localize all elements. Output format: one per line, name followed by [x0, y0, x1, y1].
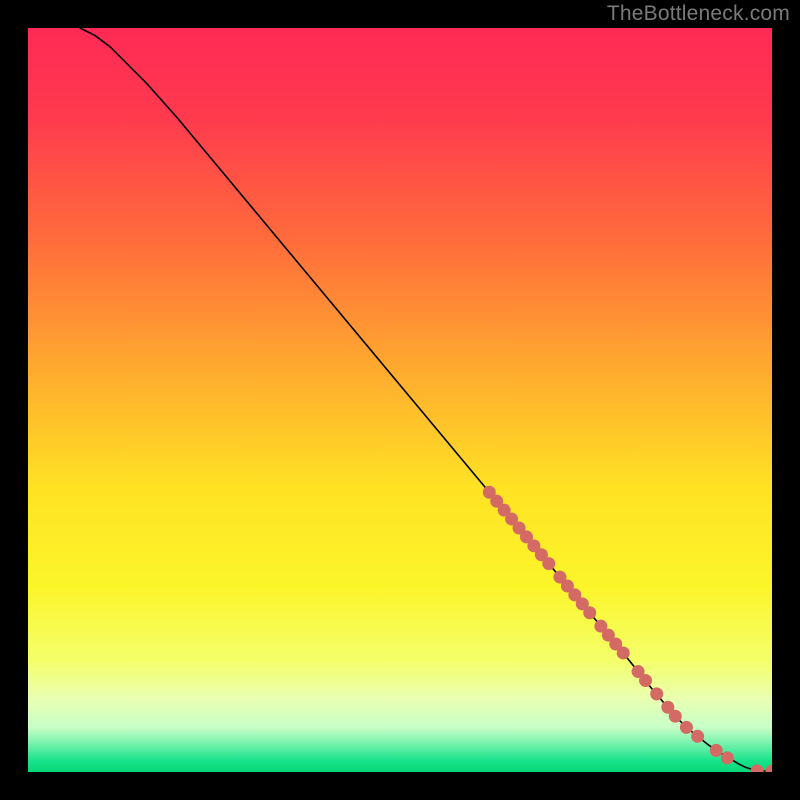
marker-point	[542, 557, 555, 570]
watermark-text: TheBottleneck.com	[607, 2, 790, 26]
marker-point	[583, 606, 596, 619]
marker-point	[617, 646, 630, 659]
chart-svg	[28, 28, 772, 772]
marker-point	[639, 674, 652, 687]
marker-point	[721, 751, 734, 764]
marker-point	[691, 730, 704, 743]
chart-stage: TheBottleneck.com	[0, 0, 800, 800]
marker-point	[650, 687, 663, 700]
marker-point	[680, 721, 693, 734]
gradient-background	[28, 28, 772, 772]
marker-point	[710, 744, 723, 757]
marker-point	[669, 710, 682, 723]
plot-area	[28, 28, 772, 772]
